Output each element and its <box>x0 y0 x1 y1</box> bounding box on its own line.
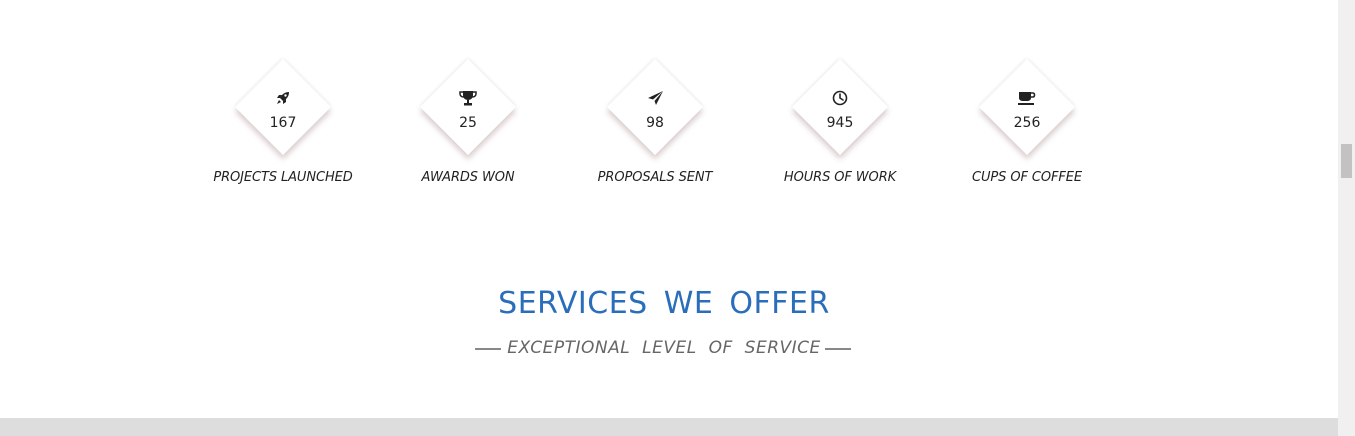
stat-hours-of-work: 945 HOURS OF WORK <box>765 58 915 198</box>
coffee-icon <box>952 90 1102 108</box>
rocket-icon <box>208 90 358 108</box>
subtitle-right-rule <box>825 348 851 350</box>
paper-plane-icon <box>580 90 730 108</box>
stat-projects-launched: 167 PROJECTS LAUNCHED <box>208 58 358 198</box>
scrollbar-thumb[interactable] <box>1341 144 1352 178</box>
stat-cups-of-coffee: 256 CUPS OF COFFEE <box>952 58 1102 198</box>
next-section-band <box>0 418 1338 436</box>
stat-label: CUPS OF COFFEE <box>972 170 1082 185</box>
page: 167 PROJECTS LAUNCHED 25 AWARDS WON 98 P… <box>0 0 1338 436</box>
stat-awards-won: 25 AWARDS WON <box>393 58 543 198</box>
stat-value: 167 <box>269 115 297 131</box>
trophy-icon <box>393 90 543 108</box>
stat-proposals-sent: 98 PROPOSALS SENT <box>580 58 730 198</box>
stat-value: 98 <box>646 115 664 131</box>
stat-value: 256 <box>1013 115 1041 131</box>
services-title: SERVICES WE OFFER <box>498 286 830 321</box>
stat-value: 945 <box>826 115 854 131</box>
clock-icon <box>765 90 915 108</box>
vertical-scrollbar[interactable] <box>1338 0 1355 436</box>
services-subtitle: EXCEPTIONAL LEVEL OF SERVICE <box>507 338 821 358</box>
stat-value: 25 <box>459 115 477 131</box>
